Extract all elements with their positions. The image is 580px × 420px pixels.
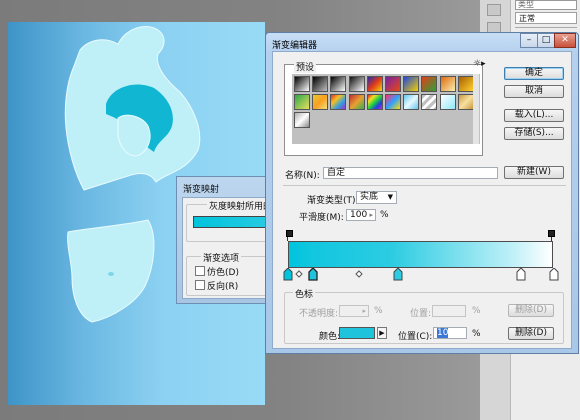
opacity-label: 不透明度: [299,309,339,319]
reverse-checkbox[interactable]: 反向(R) [195,279,238,292]
presets-label: 预设 [294,60,317,73]
preset-swatch[interactable] [294,94,310,110]
gradient-editor-title: 渐变编辑器 [272,41,318,51]
gradient-used-label: 灰度映射所用的 [207,199,275,212]
delete-opacity-stop-button[interactable]: 删除(D) [508,304,554,317]
close-icon[interactable]: ✕ [554,33,576,48]
presets-grid [292,74,480,144]
presets-panel [284,64,483,156]
gradient-editor-dialog: 渐变编辑器 – □ ✕ 预设 ☼▸ 确定 取消 载入(L)... 存储(S)..… [265,32,579,354]
layer-filter-field[interactable]: 类型 [515,0,577,10]
color-stop[interactable] [283,268,293,281]
location-value: 10 [437,328,449,338]
preset-swatch[interactable] [385,94,401,110]
preset-swatch[interactable] [348,76,365,92]
divider [283,185,566,186]
midpoint-diamond[interactable] [295,270,303,278]
opacity-location-label: 位置: [410,309,432,319]
gradient-map-body: 灰度映射所用的 渐变选项 仿色(D) 反向(R) [182,197,279,299]
reverse-check-icon[interactable] [195,280,205,290]
maximize-icon[interactable]: □ [537,33,555,48]
color-label: 颜色: [319,332,341,342]
preset-swatch[interactable] [366,76,383,92]
preset-swatch[interactable] [421,76,438,92]
preset-swatch[interactable] [385,76,401,92]
color-stop[interactable] [516,268,526,281]
dither-check-icon[interactable] [195,266,205,276]
minimize-icon[interactable]: – [520,33,538,48]
color-stop[interactable] [549,268,559,281]
gradient-preview-bar[interactable] [288,241,553,268]
opacity-stop[interactable] [548,230,555,237]
preset-swatch[interactable] [439,94,456,110]
panel-tool-icon[interactable] [487,4,501,16]
chevron-down-icon: ▼ [387,193,393,201]
preset-swatch[interactable] [403,76,420,92]
load-button[interactable]: 载入(L)... [504,109,564,122]
stops-group-label: 色标 [293,287,316,300]
midpoint-diamond[interactable] [355,270,363,278]
gradient-editor-body: 预设 ☼▸ 确定 取消 载入(L)... 存储(S)... 名称(N): 自定 … [272,51,572,349]
gradient-map-title: 渐变映射 [183,185,220,195]
opacity-percent: % [374,306,383,316]
presets-scrollbar[interactable] [473,74,479,144]
preset-swatch[interactable] [403,94,420,110]
stop-color-swatch[interactable] [339,327,375,339]
preset-swatch[interactable] [457,94,474,110]
delete-color-stop-button[interactable]: 删除(D) [508,327,554,340]
opacity-stop[interactable] [286,230,293,237]
presets-menu-icon[interactable]: ☼▸ [473,59,486,69]
dither-label: 仿色(D) [207,268,239,278]
gradient-type-value: 实底 [360,192,379,202]
smoothness-field[interactable]: 100 ▸ [346,209,376,221]
preset-swatch[interactable] [366,94,383,110]
opacity-location-percent: % [472,306,481,316]
name-label: 名称(N): [285,171,320,181]
preset-swatch[interactable] [312,76,329,92]
save-button[interactable]: 存储(S)... [504,127,564,140]
preset-swatch[interactable] [439,76,456,92]
stepper-icon: ▸ [362,307,366,315]
preset-swatch[interactable] [312,94,329,110]
preset-swatch[interactable] [330,94,347,110]
ok-button[interactable]: 确定 [504,67,564,80]
location-percent: % [472,329,481,339]
reverse-label: 反向(R) [207,282,239,292]
preset-swatch[interactable] [457,76,474,92]
name-field[interactable]: 自定 [323,167,498,179]
gradient-type-label: 渐变类型(T): [307,196,359,206]
preset-swatch[interactable] [348,94,365,110]
stepper-icon[interactable]: ▸ [369,210,373,220]
color-stop-selected[interactable] [308,268,318,281]
location-field[interactable]: 10 [433,327,467,339]
smoothness-percent: % [380,210,389,220]
color-menu-icon[interactable]: ▶ [377,327,387,339]
preset-swatch[interactable] [421,94,438,110]
location-label: 位置(C): [398,332,433,342]
smoothness-value: 100 [350,210,368,220]
preset-swatch[interactable] [294,112,310,128]
smoothness-label: 平滑度(M): [299,213,344,223]
gradient-type-select[interactable]: 实底 ▼ [356,191,397,204]
preset-swatch[interactable] [294,76,310,92]
color-stop[interactable] [393,268,403,281]
blend-mode-select[interactable]: 正常 [515,12,577,24]
opacity-field: ▸ [339,305,369,317]
preset-swatch[interactable] [330,76,347,92]
opacity-location-field [432,305,466,317]
cancel-button[interactable]: 取消 [504,85,564,98]
color-stops[interactable] [281,268,566,288]
panel-divider [515,27,577,28]
new-button[interactable]: 新建(W) [504,166,564,179]
dither-checkbox[interactable]: 仿色(D) [195,265,239,278]
gradient-options-label: 渐变选项 [201,251,242,264]
